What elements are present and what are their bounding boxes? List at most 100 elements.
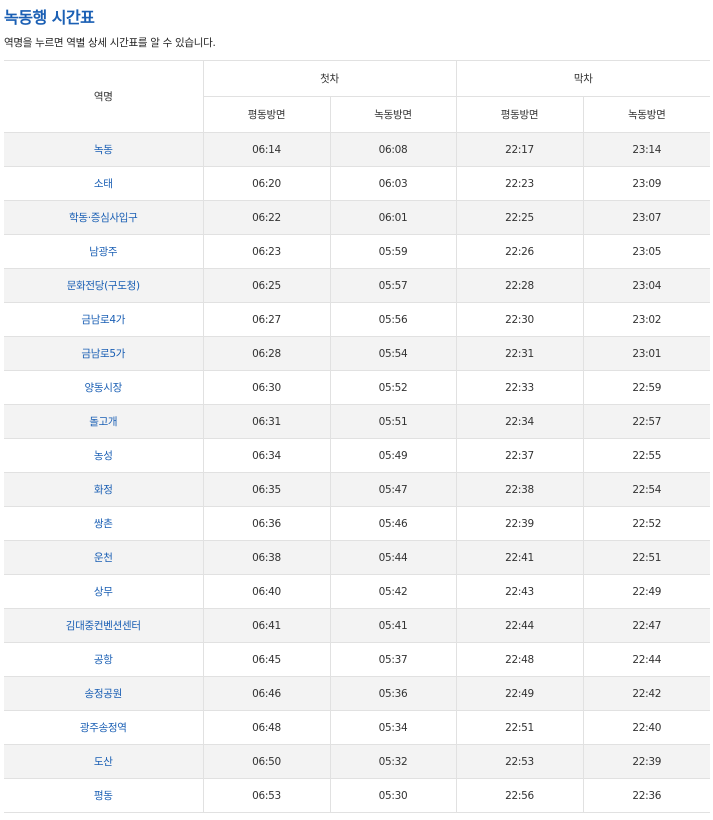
- last-train-nokdong-header: 녹동방면: [582, 96, 711, 133]
- last-train-nokdong-cell: 23:01: [582, 336, 711, 371]
- first-train-pyeongdong-cell: 06:30: [202, 370, 331, 405]
- first-train-nokdong-header: 녹동방면: [329, 96, 457, 133]
- last-train-nokdong-cell: 22:47: [582, 608, 711, 643]
- last-train-nokdong-cell: 22:52: [582, 506, 711, 541]
- station-link[interactable]: 운천: [94, 552, 113, 564]
- station-link[interactable]: 녹동: [94, 144, 113, 156]
- station-link[interactable]: 문화전당(구도청): [67, 280, 140, 292]
- first-train-pyeongdong-cell: 06:41: [202, 608, 331, 643]
- station-cell: 평동: [4, 778, 204, 813]
- last-train-nokdong-cell: 22:54: [582, 472, 711, 507]
- first-train-nokdong-cell: 05:42: [329, 574, 457, 609]
- table-row: 상무 06:40 05:42 22:43 22:49: [4, 574, 711, 609]
- first-train-nokdong-cell: 05:44: [329, 540, 457, 575]
- table-row: 소태 06:20 06:03 22:23 23:09: [4, 166, 711, 201]
- station-link[interactable]: 도산: [94, 756, 113, 768]
- station-link[interactable]: 금남로5가: [81, 348, 125, 360]
- station-link[interactable]: 화정: [94, 484, 113, 496]
- last-train-pyeongdong-header: 평동방면: [455, 96, 584, 133]
- table-row: 학동·증심사입구 06:22 06:01 22:25 23:07: [4, 200, 711, 235]
- last-train-pyeongdong-cell: 22:53: [455, 744, 584, 779]
- station-cell: 농성: [4, 438, 204, 473]
- first-train-nokdong-cell: 05:59: [329, 234, 457, 269]
- first-train-nokdong-cell: 05:41: [329, 608, 457, 643]
- station-link[interactable]: 소태: [94, 178, 113, 190]
- station-link[interactable]: 쌍촌: [94, 518, 113, 530]
- station-cell: 화정: [4, 472, 204, 507]
- station-link[interactable]: 남광주: [89, 246, 117, 258]
- station-link[interactable]: 광주송정역: [80, 722, 127, 734]
- station-link[interactable]: 돌고개: [89, 416, 117, 428]
- first-train-pyeongdong-cell: 06:34: [202, 438, 331, 473]
- table-row: 쌍촌 06:36 05:46 22:39 22:52: [4, 506, 711, 541]
- station-cell: 문화전당(구도청): [4, 268, 204, 303]
- table-row: 운천 06:38 05:44 22:41 22:51: [4, 540, 711, 575]
- last-train-header: 막차: [455, 60, 711, 97]
- first-train-nokdong-cell: 05:52: [329, 370, 457, 405]
- last-train-pyeongdong-cell: 22:49: [455, 676, 584, 711]
- station-link[interactable]: 송정공원: [85, 688, 123, 700]
- table-row: 돌고개 06:31 05:51 22:34 22:57: [4, 404, 711, 439]
- last-train-pyeongdong-cell: 22:23: [455, 166, 584, 201]
- table-row: 광주송정역 06:48 05:34 22:51 22:40: [4, 710, 711, 745]
- station-cell: 돌고개: [4, 404, 204, 439]
- first-train-pyeongdong-cell: 06:45: [202, 642, 331, 677]
- last-train-pyeongdong-cell: 22:26: [455, 234, 584, 269]
- last-train-nokdong-cell: 23:02: [582, 302, 711, 337]
- last-train-nokdong-cell: 23:07: [582, 200, 711, 235]
- table-row: 녹동 06:14 06:08 22:17 23:14: [4, 132, 711, 167]
- station-link[interactable]: 학동·증심사입구: [69, 212, 138, 224]
- table-row: 문화전당(구도청) 06:25 05:57 22:28 23:04: [4, 268, 711, 303]
- station-cell: 도산: [4, 744, 204, 779]
- station-link[interactable]: 김대중컨벤션센터: [66, 620, 141, 632]
- station-cell: 양동시장: [4, 370, 204, 405]
- first-train-pyeongdong-cell: 06:25: [202, 268, 331, 303]
- last-train-nokdong-cell: 22:40: [582, 710, 711, 745]
- table-row: 평동 06:53 05:30 22:56 22:36: [4, 778, 711, 813]
- last-train-nokdong-cell: 22:51: [582, 540, 711, 575]
- last-train-pyeongdong-cell: 22:33: [455, 370, 584, 405]
- last-train-nokdong-cell: 22:39: [582, 744, 711, 779]
- station-link[interactable]: 상무: [94, 586, 113, 598]
- station-link[interactable]: 농성: [94, 450, 113, 462]
- first-train-nokdong-cell: 05:54: [329, 336, 457, 371]
- first-train-pyeongdong-cell: 06:50: [202, 744, 331, 779]
- station-cell: 송정공원: [4, 676, 204, 711]
- timetable: 역명 첫차 막차 평동방면 녹동방면 평동방면 녹동방면 녹동 06:14 06:0…: [4, 60, 711, 813]
- first-train-pyeongdong-cell: 06:22: [202, 200, 331, 235]
- first-train-pyeongdong-cell: 06:31: [202, 404, 331, 439]
- first-train-nokdong-cell: 05:57: [329, 268, 457, 303]
- station-cell: 녹동: [4, 132, 204, 167]
- page-description: 역명을 누르면 역별 상세 시간표를 알 수 있습니다.: [4, 37, 216, 49]
- timetable-header: 역명 첫차 막차 평동방면 녹동방면 평동방면 녹동방면: [4, 60, 711, 133]
- last-train-nokdong-cell: 22:49: [582, 574, 711, 609]
- station-cell: 금남로5가: [4, 336, 204, 371]
- station-cell: 김대중컨벤션센터: [4, 608, 204, 643]
- first-train-nokdong-cell: 05:49: [329, 438, 457, 473]
- table-row: 도산 06:50 05:32 22:53 22:39: [4, 744, 711, 779]
- first-train-pyeongdong-cell: 06:28: [202, 336, 331, 371]
- last-train-pyeongdong-cell: 22:31: [455, 336, 584, 371]
- first-train-header: 첫차: [202, 60, 457, 97]
- table-row: 화정 06:35 05:47 22:38 22:54: [4, 472, 711, 507]
- first-train-nokdong-cell: 06:03: [329, 166, 457, 201]
- timetable-body: 녹동 06:14 06:08 22:17 23:14 소태 06:20 06:03 22:23 2…: [4, 132, 711, 813]
- last-train-pyeongdong-cell: 22:17: [455, 132, 584, 167]
- first-train-pyeongdong-cell: 06:23: [202, 234, 331, 269]
- station-link[interactable]: 평동: [94, 790, 113, 802]
- first-train-nokdong-cell: 06:08: [329, 132, 457, 167]
- station-link[interactable]: 공항: [94, 654, 113, 666]
- station-link[interactable]: 양동시장: [85, 382, 123, 394]
- last-train-nokdong-cell: 22:57: [582, 404, 711, 439]
- station-link[interactable]: 금남로4가: [81, 314, 125, 326]
- last-train-pyeongdong-cell: 22:30: [455, 302, 584, 337]
- table-row: 농성 06:34 05:49 22:37 22:55: [4, 438, 711, 473]
- last-train-pyeongdong-cell: 22:25: [455, 200, 584, 235]
- table-row: 김대중컨벤션센터 06:41 05:41 22:44 22:47: [4, 608, 711, 643]
- first-train-nokdong-cell: 06:01: [329, 200, 457, 235]
- station-cell: 학동·증심사입구: [4, 200, 204, 235]
- table-row: 송정공원 06:46 05:36 22:49 22:42: [4, 676, 711, 711]
- last-train-nokdong-cell: 23:04: [582, 268, 711, 303]
- last-train-pyeongdong-cell: 22:37: [455, 438, 584, 473]
- first-train-pyeongdong-cell: 06:36: [202, 506, 331, 541]
